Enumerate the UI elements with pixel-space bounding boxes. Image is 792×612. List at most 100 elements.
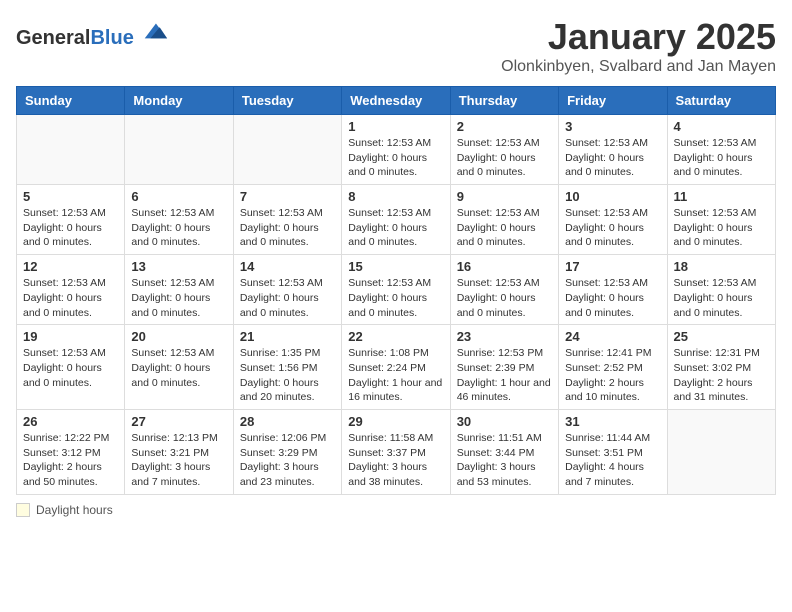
- day-info: Sunrise: 12:13 PM Sunset: 3:21 PM Daylig…: [131, 431, 226, 490]
- day-info: Sunrise: 12:31 PM Sunset: 3:02 PM Daylig…: [674, 346, 769, 405]
- calendar-cell: 21 Sunrise: 1:35 PM Sunset: 1:56 PM Dayli…: [233, 325, 341, 410]
- calendar-cell: 16 Sunset: 12:53 AM Daylight: 0 hours and…: [450, 255, 558, 325]
- calendar-cell: 24Sunrise: 12:41 PM Sunset: 2:52 PM Dayl…: [559, 325, 667, 410]
- calendar-cell: [17, 115, 125, 185]
- calendar-day-header: Thursday: [450, 87, 558, 115]
- logo-icon: [141, 16, 169, 44]
- day-info: Sunset: 12:53 AM Daylight: 0 hours and 0…: [348, 206, 443, 250]
- calendar-day-header: Sunday: [17, 87, 125, 115]
- day-number: 22: [348, 329, 443, 344]
- day-number: 15: [348, 259, 443, 274]
- day-number: 5: [23, 189, 118, 204]
- day-info: Sunset: 12:53 AM Daylight: 0 hours and 0…: [131, 346, 226, 390]
- day-info: Sunset: 12:53 AM Daylight: 0 hours and 0…: [457, 136, 552, 180]
- day-info: Sunset: 12:53 AM Daylight: 0 hours and 0…: [674, 206, 769, 250]
- calendar-day-header: Friday: [559, 87, 667, 115]
- day-info: Sunrise: 12:06 PM Sunset: 3:29 PM Daylig…: [240, 431, 335, 490]
- calendar-cell: 18 Sunset: 12:53 AM Daylight: 0 hours and…: [667, 255, 775, 325]
- day-info: Sunset: 12:53 AM Daylight: 0 hours and 0…: [457, 206, 552, 250]
- title-block: January 2025 Olonkinbyen, Svalbard and J…: [501, 16, 776, 76]
- day-info: Sunset: 12:53 AM Daylight: 0 hours and 0…: [348, 276, 443, 320]
- legend-box: [16, 503, 30, 517]
- day-number: 27: [131, 414, 226, 429]
- day-info: Sunset: 12:53 AM Daylight: 0 hours and 0…: [131, 276, 226, 320]
- day-info: Sunset: 12:53 AM Daylight: 0 hours and 0…: [131, 206, 226, 250]
- calendar-cell: 8 Sunset: 12:53 AM Daylight: 0 hours and …: [342, 185, 450, 255]
- calendar-table: SundayMondayTuesdayWednesdayThursdayFrid…: [16, 86, 776, 495]
- day-number: 28: [240, 414, 335, 429]
- logo-blue-text: Blue: [90, 27, 133, 49]
- day-number: 13: [131, 259, 226, 274]
- calendar-cell: 12 Sunset: 12:53 AM Daylight: 0 hours and…: [17, 255, 125, 325]
- day-info: Sunrise: 11:51 AM Sunset: 3:44 PM Daylig…: [457, 431, 552, 490]
- calendar-cell: 6 Sunset: 12:53 AM Daylight: 0 hours and …: [125, 185, 233, 255]
- calendar-cell: 14 Sunset: 12:53 AM Daylight: 0 hours and…: [233, 255, 341, 325]
- day-info: Sunrise: 1:35 PM Sunset: 1:56 PM Dayligh…: [240, 346, 335, 405]
- calendar-cell: 7 Sunset: 12:53 AM Daylight: 0 hours and …: [233, 185, 341, 255]
- day-number: 6: [131, 189, 226, 204]
- calendar-header-row: SundayMondayTuesdayWednesdayThursdayFrid…: [17, 87, 776, 115]
- day-info: Sunrise: 11:44 AM Sunset: 3:51 PM Daylig…: [565, 431, 660, 490]
- day-number: 16: [457, 259, 552, 274]
- calendar-cell: 27 Sunrise: 12:13 PM Sunset: 3:21 PM Dayl…: [125, 409, 233, 494]
- day-info: Sunset: 12:53 AM Daylight: 0 hours and 0…: [565, 136, 660, 180]
- day-number: 10: [565, 189, 660, 204]
- calendar-cell: 2 Sunset: 12:53 AM Daylight: 0 hours and …: [450, 115, 558, 185]
- day-info: Sunset: 12:53 AM Daylight: 0 hours and 0…: [565, 276, 660, 320]
- legend-label: Daylight hours: [36, 503, 113, 517]
- day-number: 20: [131, 329, 226, 344]
- calendar-week-row: 12 Sunset: 12:53 AM Daylight: 0 hours and…: [17, 255, 776, 325]
- day-info: Sunset: 12:53 AM Daylight: 0 hours and 0…: [240, 276, 335, 320]
- day-number: 14: [240, 259, 335, 274]
- day-number: 19: [23, 329, 118, 344]
- calendar-week-row: 5 Sunset: 12:53 AM Daylight: 0 hours and …: [17, 185, 776, 255]
- day-info: Sunrise: 1:08 PM Sunset: 2:24 PM Dayligh…: [348, 346, 443, 405]
- calendar-week-row: 1 Sunset: 12:53 AM Daylight: 0 hours and …: [17, 115, 776, 185]
- calendar-cell: 29Sunrise: 11:58 AM Sunset: 3:37 PM Dayl…: [342, 409, 450, 494]
- calendar-cell: 25Sunrise: 12:31 PM Sunset: 3:02 PM Dayl…: [667, 325, 775, 410]
- calendar-day-header: Tuesday: [233, 87, 341, 115]
- calendar-cell: 26Sunrise: 12:22 PM Sunset: 3:12 PM Dayl…: [17, 409, 125, 494]
- calendar-cell: 17 Sunset: 12:53 AM Daylight: 0 hours and…: [559, 255, 667, 325]
- day-number: 2: [457, 119, 552, 134]
- calendar-cell: 10Sunset: 12:53 AM Daylight: 0 hours and…: [559, 185, 667, 255]
- day-info: Sunset: 12:53 AM Daylight: 0 hours and 0…: [240, 206, 335, 250]
- day-number: 21: [240, 329, 335, 344]
- calendar-day-header: Saturday: [667, 87, 775, 115]
- calendar-cell: [233, 115, 341, 185]
- day-info: Sunset: 12:53 AM Daylight: 0 hours and 0…: [23, 346, 118, 390]
- location-title: Olonkinbyen, Svalbard and Jan Mayen: [501, 58, 776, 76]
- day-number: 12: [23, 259, 118, 274]
- day-number: 1: [348, 119, 443, 134]
- page-header: GeneralBlue January 2025 Olonkinbyen, Sv…: [16, 16, 776, 76]
- calendar-cell: 23 Sunrise: 12:53 PM Sunset: 2:39 PM Dayl…: [450, 325, 558, 410]
- day-number: 7: [240, 189, 335, 204]
- day-number: 24: [565, 329, 660, 344]
- day-number: 17: [565, 259, 660, 274]
- day-info: Sunset: 12:53 AM Daylight: 0 hours and 0…: [23, 276, 118, 320]
- day-number: 11: [674, 189, 769, 204]
- day-number: 18: [674, 259, 769, 274]
- calendar-cell: 3 Sunset: 12:53 AM Daylight: 0 hours and …: [559, 115, 667, 185]
- day-info: Sunrise: 12:53 PM Sunset: 2:39 PM Daylig…: [457, 346, 552, 405]
- calendar-cell: 11 Sunset: 12:53 AM Daylight: 0 hours and…: [667, 185, 775, 255]
- day-info: Sunset: 12:53 AM Daylight: 0 hours and 0…: [23, 206, 118, 250]
- day-number: 30: [457, 414, 552, 429]
- calendar-cell: 22 Sunrise: 1:08 PM Sunset: 2:24 PM Dayli…: [342, 325, 450, 410]
- calendar-cell: 31Sunrise: 11:44 AM Sunset: 3:51 PM Dayl…: [559, 409, 667, 494]
- calendar-cell: [667, 409, 775, 494]
- day-number: 3: [565, 119, 660, 134]
- day-info: Sunset: 12:53 AM Daylight: 0 hours and 0…: [674, 276, 769, 320]
- day-info: Sunrise: 11:58 AM Sunset: 3:37 PM Daylig…: [348, 431, 443, 490]
- day-number: 23: [457, 329, 552, 344]
- legend: Daylight hours: [16, 503, 776, 517]
- day-number: 8: [348, 189, 443, 204]
- calendar-cell: 4Sunset: 12:53 AM Daylight: 0 hours and …: [667, 115, 775, 185]
- month-title: January 2025: [501, 16, 776, 58]
- day-info: Sunset: 12:53 AM Daylight: 0 hours and 0…: [457, 276, 552, 320]
- logo-general-text: General: [16, 27, 90, 49]
- day-number: 4: [674, 119, 769, 134]
- calendar-cell: 9Sunset: 12:53 AM Daylight: 0 hours and …: [450, 185, 558, 255]
- calendar-cell: 5 Sunset: 12:53 AM Daylight: 0 hours and …: [17, 185, 125, 255]
- calendar-week-row: 19 Sunset: 12:53 AM Daylight: 0 hours and…: [17, 325, 776, 410]
